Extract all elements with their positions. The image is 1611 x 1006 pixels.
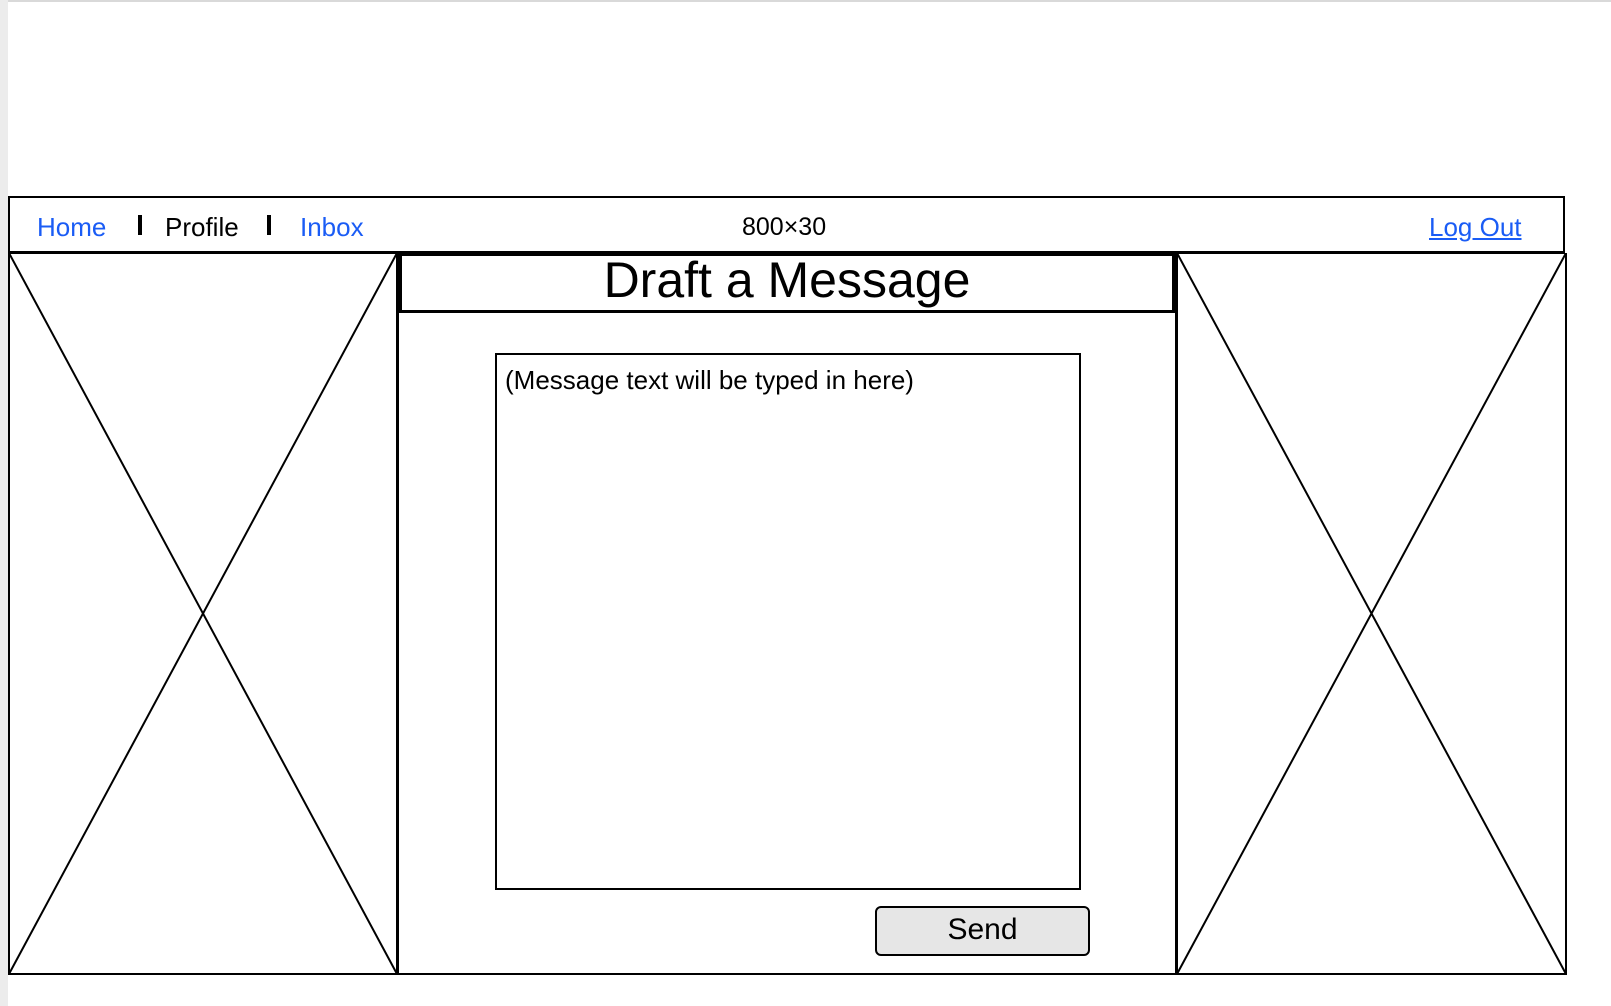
- message-textarea[interactable]: (Message text will be typed in here): [495, 353, 1081, 890]
- send-button[interactable]: Send: [875, 906, 1090, 956]
- placeholder-cross-icon: [1176, 253, 1567, 975]
- compose-panel: Draft a Message (Message text will be ty…: [397, 253, 1177, 975]
- layout-bottom-border: [8, 973, 1567, 975]
- nav-separator: [267, 215, 271, 235]
- right-image-placeholder: [1176, 253, 1567, 975]
- page-title: Draft a Message: [399, 253, 1175, 313]
- left-image-placeholder: [8, 253, 398, 975]
- nav-profile-label[interactable]: Profile: [165, 212, 239, 242]
- window-left-edge: [0, 0, 8, 1006]
- nav-home-link[interactable]: Home: [37, 212, 106, 242]
- logout-link[interactable]: Log Out: [1429, 212, 1522, 242]
- window-top-edge: [0, 0, 1611, 2]
- placeholder-cross-icon: [8, 253, 398, 975]
- navbar: Home Profile Inbox 800×30 Log Out: [8, 196, 1565, 253]
- page: Home Profile Inbox 800×30 Log Out Draft …: [0, 0, 1611, 1006]
- nav-inbox-link[interactable]: Inbox: [300, 212, 364, 242]
- dimension-label: 800×30: [742, 213, 827, 241]
- nav-separator: [138, 215, 142, 235]
